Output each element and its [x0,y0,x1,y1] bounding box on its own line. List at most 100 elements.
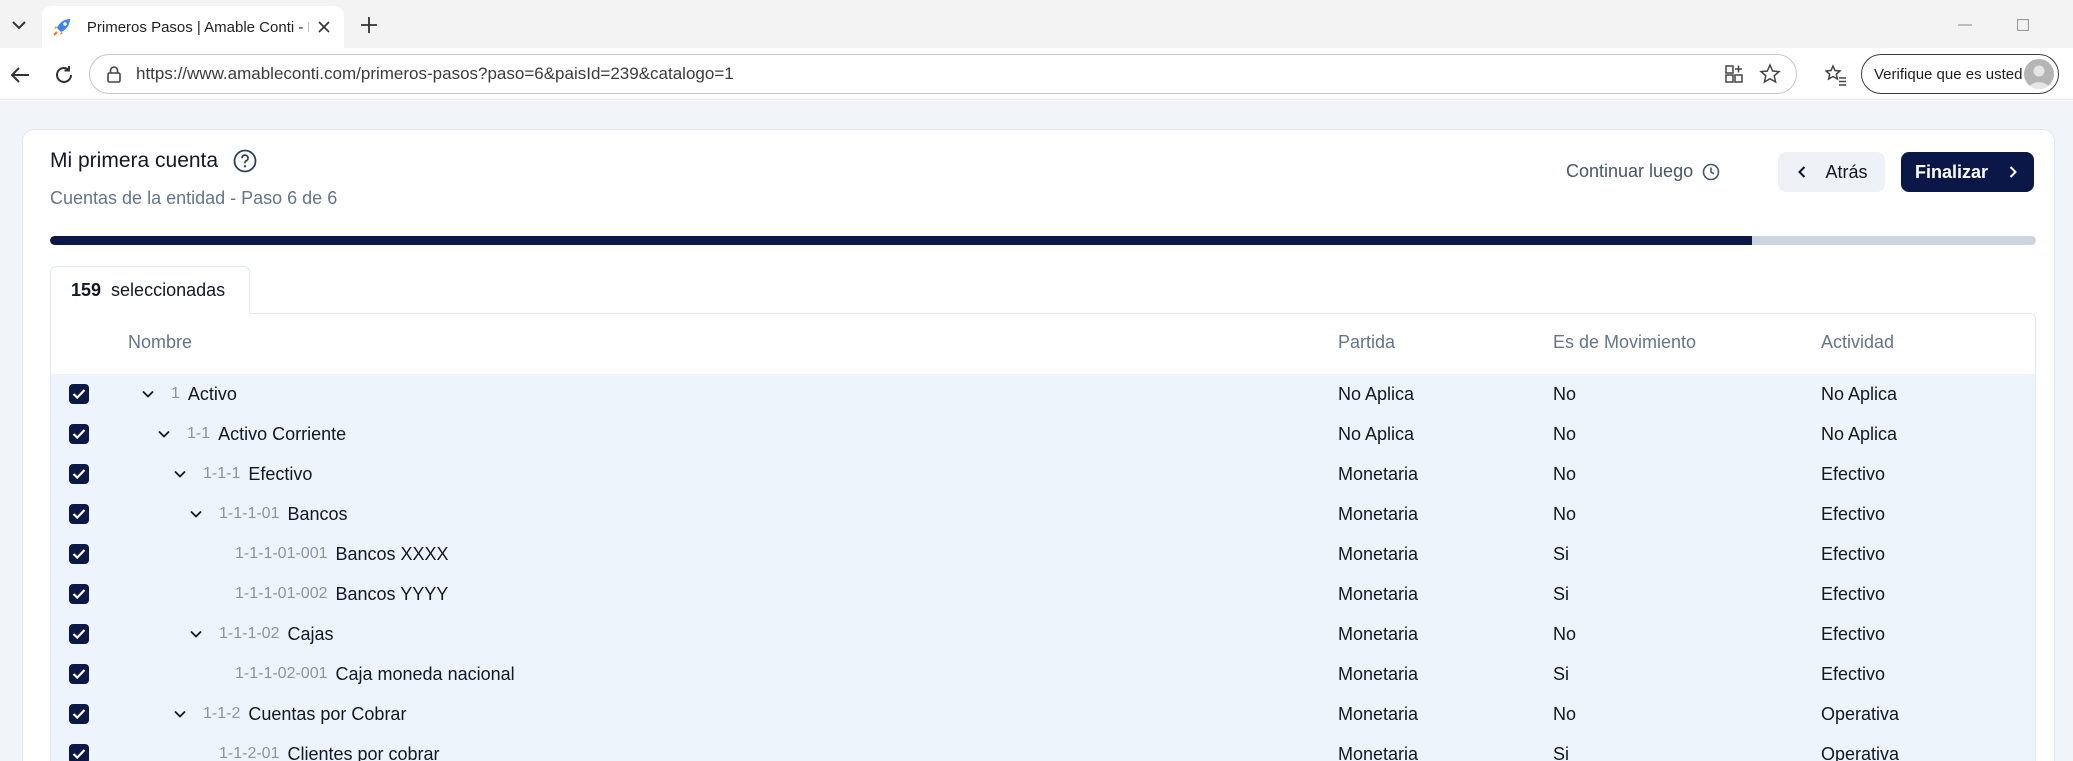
partida-cell: Monetaria [1338,744,1419,761]
finish-button-label: Finalizar [1914,161,1989,182]
page-background: Mi primera cuenta Cuentas de la entidad … [0,101,2073,761]
url-text[interactable]: https://www.amableconti.com/primeros-pas… [136,64,1710,84]
chevron-down-icon[interactable] [189,627,203,641]
table-body: 1 Activo No Aplica No No Aplica 1-1 Activo Cor… [51,374,2035,761]
movimiento-cell: No [1553,424,1577,444]
account-name: Clientes por cobrar [287,743,440,761]
favorite-star-icon[interactable] [1758,62,1782,86]
chevron-down-icon[interactable] [189,507,203,521]
table-row[interactable]: 1-1-1-01 Bancos Monetaria No Efectivo [51,494,2035,534]
partida-cell: No Aplica [1338,424,1415,444]
close-icon[interactable] [313,16,334,38]
chevron-down-icon[interactable] [141,387,155,401]
chevron-left-icon [1795,165,1809,179]
actividad-cell: Efectivo [1821,664,1886,684]
movimiento-cell: Si [1553,664,1570,684]
address-bar[interactable]: https://www.amableconti.com/primeros-pas… [89,54,1797,94]
selected-count: 159 [71,280,102,300]
column-header-movimiento[interactable]: Es de Movimiento [1553,332,1696,353]
column-header-partida[interactable]: Partida [1338,332,1395,353]
movimiento-cell: No [1553,624,1577,644]
browser-tab-active[interactable]: Primeros Pasos | Amable Conti - El [42,6,344,48]
row-checkbox[interactable] [69,744,89,761]
avatar-icon [2024,59,2054,89]
account-name-cell: 1-1-1-01-001 Bancos XXXX [235,534,449,574]
column-header-actividad[interactable]: Actividad [1821,332,1894,353]
account-name-cell: 1-1-2 Cuentas por Cobrar [173,694,406,734]
table-row[interactable]: 1-1-1-01-001 Bancos XXXX Monetaria Si Efecti… [51,534,2035,574]
chevron-down-icon[interactable] [173,467,187,481]
wizard-card: Mi primera cuenta Cuentas de la entidad … [22,129,2055,761]
site-info-lock-icon[interactable] [104,64,124,84]
movimiento-cell: Si [1553,584,1570,604]
column-header-nombre[interactable]: Nombre [128,332,192,353]
clock-icon [1701,162,1721,182]
row-checkbox[interactable] [69,424,89,444]
movimiento-cell: No [1553,704,1577,724]
actividad-cell: Efectivo [1821,584,1886,604]
favorites-list-icon[interactable] [1822,61,1850,89]
actividad-cell: Operativa [1821,704,1900,724]
account-code: 1-1-1-01-002 [235,585,328,602]
table-row[interactable]: 1-1-1-02 Cajas Monetaria No Efectivo [51,614,2035,654]
partida-cell: Monetaria [1338,664,1419,684]
partida-cell: Monetaria [1338,704,1419,724]
new-tab-plus-icon[interactable] [356,12,382,38]
finish-button[interactable]: Finalizar [1901,152,2034,192]
account-name: Bancos YYYY [335,583,449,604]
row-checkbox[interactable] [69,544,89,564]
account-name-cell: 1-1-1-01-002 Bancos YYYY [235,574,448,614]
account-name-cell: 1-1-1-02 Cajas [189,614,334,654]
account-name: Efectivo [248,463,313,484]
account-code: 1-1-1 [203,465,241,482]
apps-icon[interactable] [1722,62,1746,86]
account-code: 1-1 [187,425,211,442]
actividad-cell: Efectivo [1821,624,1886,644]
selected-label: seleccionadas [111,280,226,300]
partida-cell: Monetaria [1338,584,1419,604]
movimiento-cell: Si [1553,544,1570,564]
actividad-cell: Operativa [1821,744,1900,761]
tab-list-chevron-icon[interactable] [6,12,32,38]
account-name-cell: 1-1 Activo Corriente [157,414,346,454]
title-row: Mi primera cuenta [50,148,258,174]
table-row[interactable]: 1-1-2 Cuentas por Cobrar Monetaria No Operat… [51,694,2035,734]
row-checkbox[interactable] [69,664,89,684]
minimize-icon[interactable] [1952,12,1978,38]
back-arrow-icon[interactable] [6,61,34,89]
account-code: 1-1-1-02-001 [235,665,328,682]
table-row[interactable]: 1-1-1 Efectivo Monetaria No Efectivo [51,454,2035,494]
row-checkbox[interactable] [69,504,89,524]
account-name-cell: 1-1-1 Efectivo [173,454,312,494]
account-code: 1-1-2 [203,705,241,722]
actividad-cell: Efectivo [1821,464,1886,484]
browser-tabbar: Primeros Pasos | Amable Conti - El [0,0,2073,48]
actividad-cell: No Aplica [1821,384,1898,404]
maximize-icon[interactable] [2010,12,2036,38]
account-name: Activo [187,383,237,404]
table-header: Nombre Partida Es de Movimiento Activida… [51,314,2035,374]
profile-verify-button[interactable]: Verifique que es usted [1861,54,2059,94]
row-checkbox[interactable] [69,704,89,724]
row-checkbox[interactable] [69,624,89,644]
table-row[interactable]: 1 Activo No Aplica No No Aplica [51,374,2035,414]
partida-cell: Monetaria [1338,624,1419,644]
row-checkbox[interactable] [69,464,89,484]
table-row[interactable]: 1-1-2-01 Clientes por cobrar Monetaria Si Op… [51,734,2035,761]
partida-cell: No Aplica [1338,384,1415,404]
back-button[interactable]: Atrás [1778,152,1885,192]
chevron-down-icon[interactable] [173,707,187,721]
help-question-icon[interactable] [232,148,258,174]
row-checkbox[interactable] [69,384,89,404]
actividad-cell: Efectivo [1821,504,1886,524]
chevron-down-icon[interactable] [157,427,171,441]
row-checkbox[interactable] [69,584,89,604]
reload-icon[interactable] [50,61,78,89]
table-row[interactable]: 1-1-1-02-001 Caja moneda nacional Monetari… [51,654,2035,694]
table-row[interactable]: 1-1-1-01-002 Bancos YYYY Monetaria Si Efecti… [51,574,2035,614]
continue-later-button[interactable]: Continuar luego [1566,161,1721,182]
account-code: 1-1-2-01 [219,745,280,761]
browser-toolbar: https://www.amableconti.com/primeros-pas… [0,48,2073,100]
account-code: 1-1-1-02 [219,625,280,642]
table-row[interactable]: 1-1 Activo Corriente No Aplica No No Aplica [51,414,2035,454]
